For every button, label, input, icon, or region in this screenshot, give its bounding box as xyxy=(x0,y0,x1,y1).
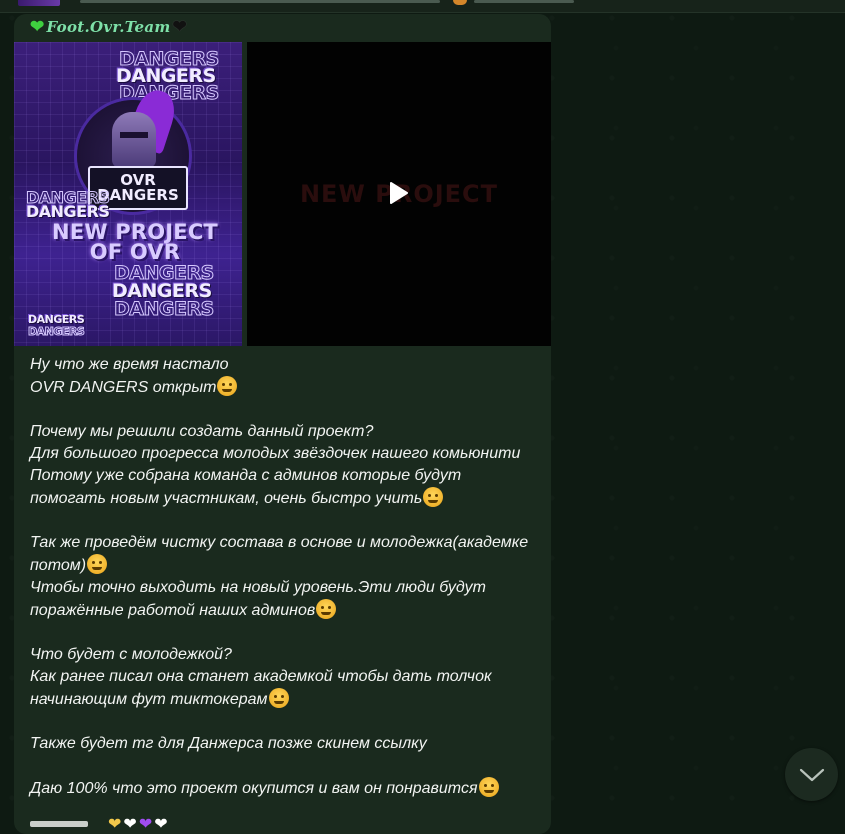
line-text: помогать новым участникам, очень быстро … xyxy=(30,490,423,507)
sneezing-face-icon xyxy=(87,554,108,574)
message-last-line-cut: ❤ ❤ ❤ ❤ xyxy=(30,814,168,834)
yellow-heart-icon: ❤ xyxy=(108,814,122,833)
photo-headline-line1: NEW PROJECT xyxy=(52,220,218,244)
exploding-head-icon xyxy=(316,599,337,619)
message-line: Для большого прогресса молодых звёздочек… xyxy=(30,443,545,465)
play-icon[interactable] xyxy=(387,182,409,204)
message-line: поражённые работой наших админов xyxy=(30,599,545,622)
message-line: OVR DANGERS открыт xyxy=(30,376,545,399)
photo-word: DANGERS xyxy=(27,325,85,338)
message-line: Так же проведём чистку состава в основе … xyxy=(30,532,545,554)
line-text: начинающим фут тиктокерам xyxy=(30,691,268,708)
message-bubble[interactable]: ❤ Foot.Ovr.Team ❤ DANGERS DANGERS DANGER… xyxy=(14,14,551,834)
photo-word: DANGERS xyxy=(114,298,215,320)
line-text: Как ранее писал она станет академкой что… xyxy=(30,668,492,685)
sender-name-label: Foot.Ovr.Team xyxy=(46,18,171,36)
chevron-down-icon xyxy=(799,768,824,781)
message-line: помогать новым участникам, очень быстро … xyxy=(30,487,545,510)
previous-message-thumbnail xyxy=(18,0,60,6)
winking-face-icon xyxy=(478,777,499,797)
message-line: Потому уже собрана команда с админов кот… xyxy=(30,465,545,487)
previous-message-edge xyxy=(0,0,845,13)
line-text: Также будет тг для Данжерса позже скинем… xyxy=(30,735,427,752)
partying-face-icon xyxy=(217,376,238,396)
message-line: Чтобы точно выходить на новый уровень.Эт… xyxy=(30,577,545,599)
message-line: начинающим фут тиктокерам xyxy=(30,688,545,711)
photo-headline: NEW PROJECT OF OVR xyxy=(28,220,242,264)
white-heart-icon: ❤ xyxy=(123,814,137,833)
line-text: потом) xyxy=(30,557,87,574)
message-line: Также будет тг для Данжерса позже скинем… xyxy=(30,733,545,755)
line-text: Потому уже собрана команда с админов кот… xyxy=(30,467,462,484)
knight-helmet-icon xyxy=(112,112,156,168)
cut-text xyxy=(30,821,88,827)
message-text: Ну что же время настало OVR DANGERS откр… xyxy=(30,354,545,800)
knight-visor xyxy=(120,132,148,138)
line-text: Для большого прогресса молодых звёздочек… xyxy=(30,445,521,462)
photo-word: DANGERS xyxy=(26,202,110,221)
message-line: Ну что же время настало xyxy=(30,354,545,376)
line-text: Что будет с молодежкой? xyxy=(30,646,232,663)
photo-headline-line2: OF OVR xyxy=(89,240,181,264)
relieved-face-icon xyxy=(423,487,444,507)
previous-message-text-end xyxy=(474,0,574,3)
previous-message-emoji xyxy=(453,0,467,5)
photo-attachment[interactable]: DANGERS DANGERS DANGERS OVR DANGERS DANG… xyxy=(14,42,242,346)
line-text: Ну что же время настало xyxy=(30,356,229,373)
line-text: поражённые работой наших админов xyxy=(30,602,316,619)
grinning-face-icon xyxy=(268,688,289,708)
photo-word: DANGERS xyxy=(28,313,85,326)
line-text: OVR DANGERS открыт xyxy=(30,379,217,396)
previous-message-text xyxy=(80,0,440,3)
message-line: потом) xyxy=(30,554,545,577)
scroll-down-button[interactable] xyxy=(785,748,838,801)
line-text: Так же проведём чистку состава в основе … xyxy=(30,534,529,551)
message-line: Как ранее писал она станет академкой что… xyxy=(30,666,545,688)
message-line: Что будет с молодежкой? xyxy=(30,644,545,666)
line-text: Чтобы точно выходить на новый уровень.Эт… xyxy=(30,579,486,596)
purple-heart-icon: ❤ xyxy=(138,814,153,833)
message-line: Даю 100% что это проект окупится и вам о… xyxy=(30,777,545,800)
line-text: Почему мы решили создать данный проект? xyxy=(30,423,374,440)
white-heart-icon: ❤ xyxy=(154,814,168,833)
sender-name[interactable]: ❤ Foot.Ovr.Team ❤ xyxy=(30,16,187,38)
black-heart-icon: ❤ xyxy=(172,16,188,37)
message-line: Почему мы решили создать данный проект? xyxy=(30,421,545,443)
green-heart-icon: ❤ xyxy=(30,16,45,37)
video-attachment[interactable]: NEW PROJECT xyxy=(247,42,551,346)
line-text: Даю 100% что это проект окупится и вам о… xyxy=(30,780,478,797)
